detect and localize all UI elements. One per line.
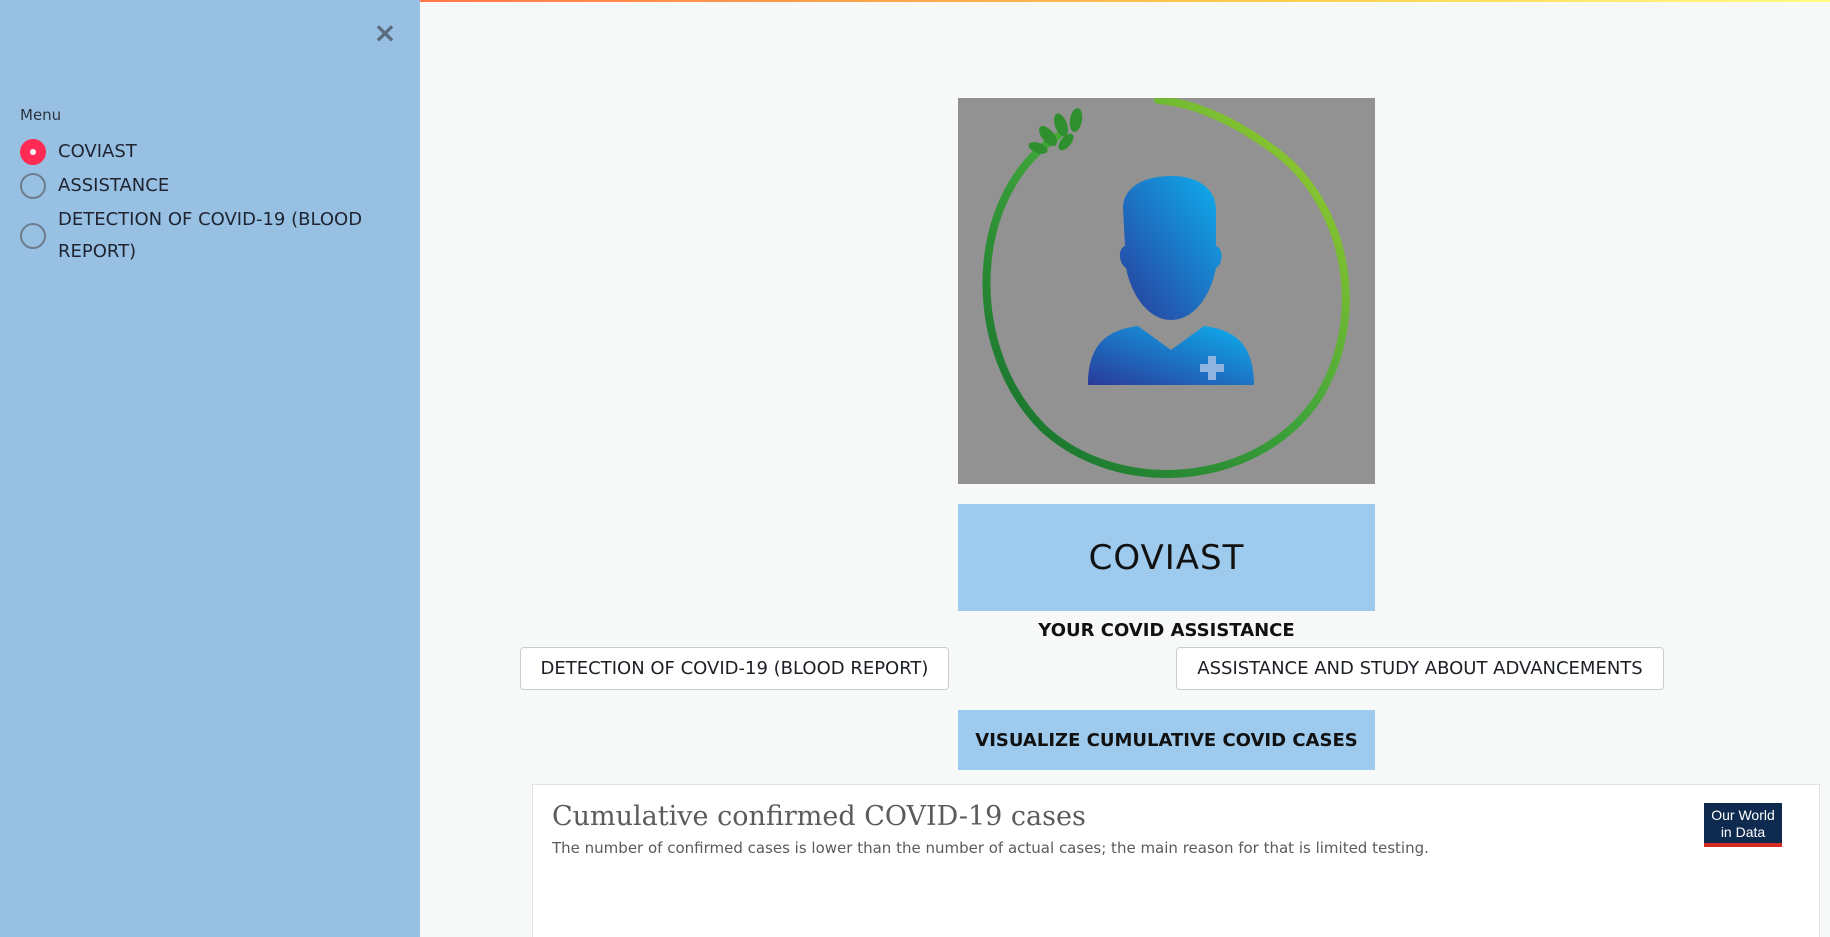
owid-logo-line2: in Data (1720, 824, 1766, 840)
assistance-button[interactable]: ASSISTANCE AND STUDY ABOUT ADVANCEMENTS (1176, 647, 1664, 690)
chart-title: Cumulative confirmed COVID-19 cases (552, 801, 1086, 832)
doctor-avatar-icon (958, 96, 1375, 484)
radio-unselected-icon[interactable] (20, 223, 46, 249)
app-title-box: COVIAST (958, 504, 1375, 611)
menu-option-detection[interactable]: DETECTION OF COVID-19 (BLOOD REPORT) (20, 204, 400, 268)
app-subtitle: YOUR COVID ASSISTANCE (1038, 620, 1295, 641)
menu-option-label: ASSISTANCE (58, 175, 170, 196)
close-icon[interactable]: × (372, 19, 398, 47)
menu-option-coviast[interactable]: COVIAST (20, 136, 400, 168)
sidebar: × Menu COVIAST ASSISTANCE DETECTION OF C… (0, 0, 420, 937)
visualize-cases-label: VISUALIZE CUMULATIVE COVID CASES (975, 729, 1358, 751)
menu-option-label: DETECTION OF COVID-19 (BLOOD REPORT) (58, 209, 363, 262)
app-title: COVIAST (1088, 537, 1245, 578)
detection-button[interactable]: DETECTION OF COVID-19 (BLOOD REPORT) (520, 647, 949, 690)
owid-logo[interactable]: Our World in Data (1704, 803, 1782, 847)
menu-label: Menu (20, 106, 62, 124)
covid-chart-embed: Cumulative confirmed COVID-19 cases The … (532, 784, 1820, 937)
owid-logo-line1: Our World (1711, 807, 1775, 823)
menu-radio-group: COVIAST ASSISTANCE DETECTION OF COVID-19… (20, 136, 400, 270)
main-content: COVIAST YOUR COVID ASSISTANCE DETECTION … (420, 0, 1830, 937)
chart-subtitle: The number of confirmed cases is lower t… (552, 839, 1429, 857)
visualize-cases-button[interactable]: VISUALIZE CUMULATIVE COVID CASES (958, 710, 1375, 770)
radio-selected-icon[interactable] (20, 139, 46, 165)
menu-option-assistance[interactable]: ASSISTANCE (20, 170, 400, 202)
menu-option-label: COVIAST (58, 141, 137, 162)
radio-unselected-icon[interactable] (20, 173, 46, 199)
